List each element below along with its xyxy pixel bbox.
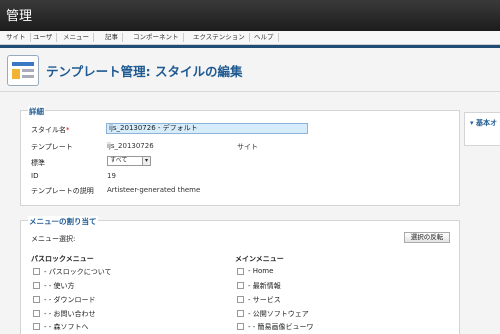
- default-select[interactable]: すべて ▾: [107, 156, 151, 166]
- checkbox[interactable]: [237, 268, 244, 275]
- site-value: サイト: [237, 143, 258, 151]
- page-header: テンプレート管理: スタイルの編集: [0, 48, 500, 92]
- required-mark: *: [66, 126, 70, 134]
- menu-select-label: メニュー選択:: [31, 235, 76, 243]
- toggle-selection-button[interactable]: 選択の反転: [404, 232, 450, 243]
- template-manager-icon: [7, 55, 39, 86]
- menu-item-extensions[interactable]: エクステンション: [193, 33, 250, 42]
- details-legend: 詳細: [28, 106, 45, 117]
- default-select-value: すべて: [110, 157, 128, 164]
- page-title: テンプレート管理: スタイルの編集: [46, 64, 243, 79]
- menu-item-site[interactable]: サイト: [6, 33, 31, 42]
- checkbox[interactable]: [33, 282, 40, 289]
- checkbox[interactable]: [33, 310, 40, 317]
- column-title-main: メインメニュー: [235, 255, 284, 263]
- template-value: ijs_20130726: [107, 142, 154, 150]
- column-title-pathlock: パスロックメニュー: [31, 255, 94, 263]
- menu-item-users[interactable]: ユーザ: [33, 33, 58, 42]
- menu-item-components[interactable]: コンポーネント: [133, 33, 184, 42]
- app-title: 管理: [6, 9, 33, 24]
- checkbox[interactable]: [237, 296, 244, 303]
- menu-assignment-legend: メニューの割り当て: [28, 216, 98, 227]
- checkbox[interactable]: [237, 323, 244, 330]
- checkbox[interactable]: [33, 296, 40, 303]
- style-name-input[interactable]: ijs_20130726 - デフォルト: [106, 123, 308, 134]
- id-value: 19: [107, 172, 116, 180]
- admin-topbar: 管理: [0, 0, 500, 31]
- checkbox[interactable]: [237, 282, 244, 289]
- description-label: テンプレートの説明: [31, 187, 94, 195]
- basic-options-title[interactable]: ▾ 基本オ: [470, 118, 497, 128]
- menu-item-menus[interactable]: メニュー: [63, 33, 94, 42]
- menu-item-help[interactable]: ヘルプ: [254, 33, 279, 42]
- checkbox[interactable]: [237, 310, 244, 317]
- menu-item-articles[interactable]: 記事: [105, 33, 123, 42]
- template-label: テンプレート: [31, 143, 73, 151]
- main-menu-bar: サイト ユーザ メニュー 記事 コンポーネント エクステンション ヘルプ: [0, 31, 500, 45]
- default-label: 標準: [31, 159, 45, 167]
- description-value: Artisteer-generated theme: [107, 186, 201, 194]
- checkbox[interactable]: [33, 268, 40, 275]
- chevron-down-icon: ▾: [142, 157, 150, 165]
- id-label: ID: [31, 172, 39, 180]
- style-name-label: スタイル名*: [31, 126, 70, 134]
- checkbox[interactable]: [33, 323, 40, 330]
